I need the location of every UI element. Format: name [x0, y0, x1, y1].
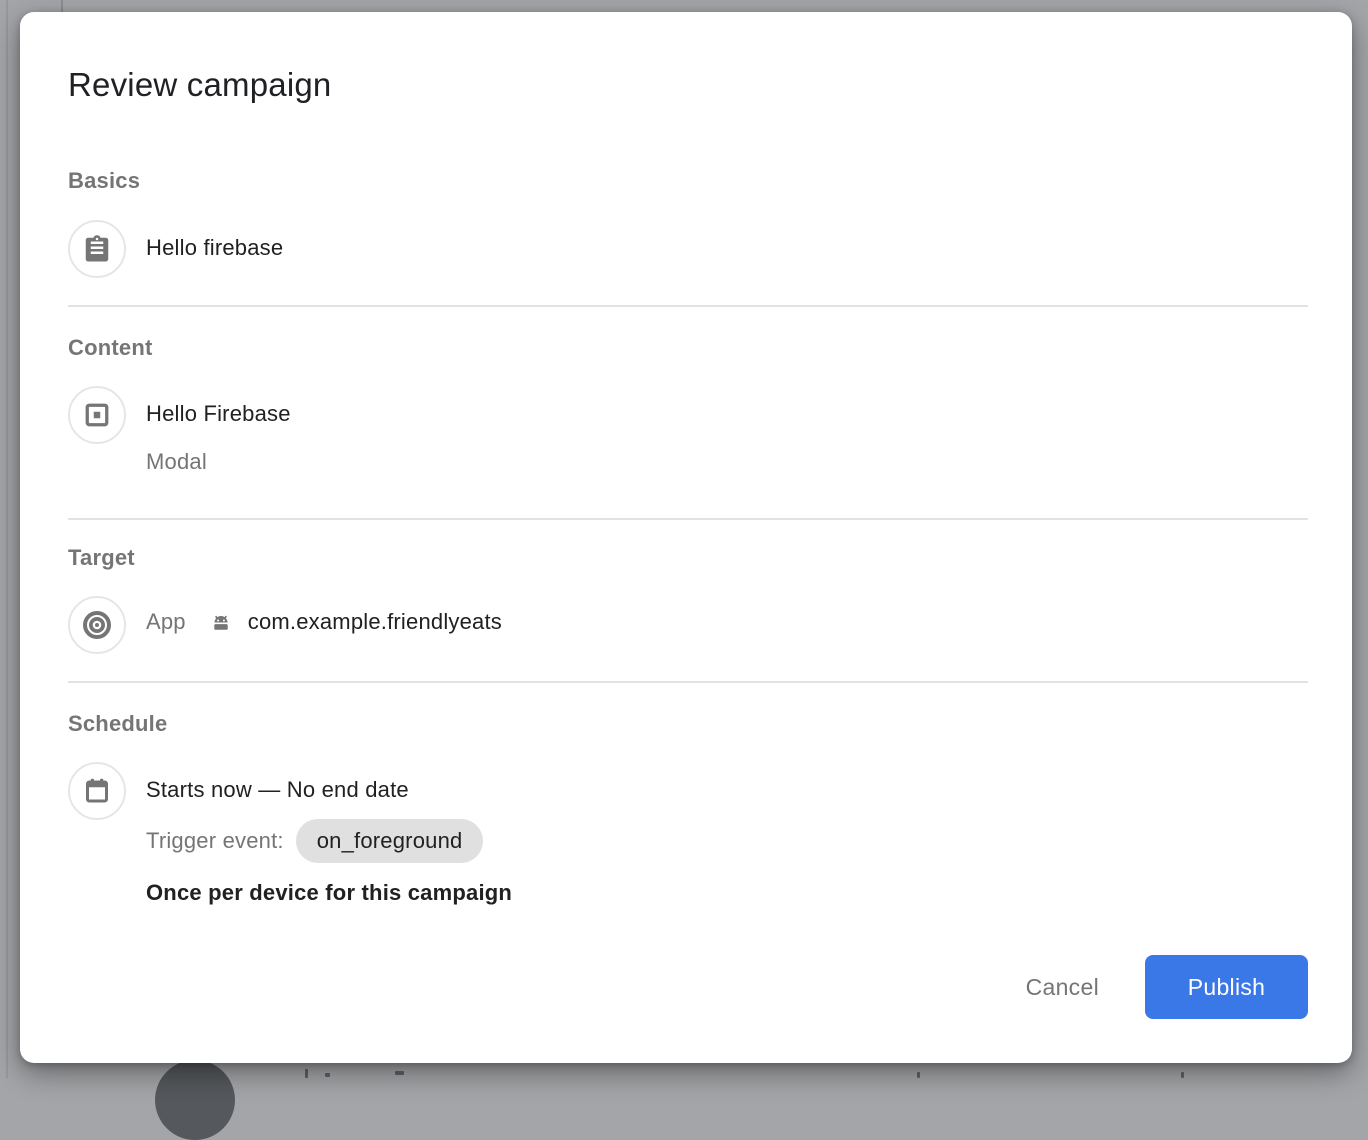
target-row: App com.example.friendlyeats	[68, 596, 1308, 654]
target-app-id: com.example.friendlyeats	[248, 609, 502, 635]
content-heading: Content	[68, 335, 1308, 361]
basics-text: Hello firebase	[146, 220, 283, 263]
basics-row: Hello firebase	[68, 220, 1308, 278]
schedule-row: Starts now — No end date Trigger event: …	[68, 762, 1308, 905]
content-icon-circle	[68, 386, 126, 444]
content-text: Hello Firebase Modal	[146, 386, 291, 477]
frequency-text: Once per device for this campaign	[146, 881, 512, 905]
target-icon	[81, 609, 113, 641]
cancel-button[interactable]: Cancel	[1026, 974, 1099, 1001]
review-campaign-dialog: Review campaign Basics Hello firebase Co…	[20, 12, 1352, 1063]
clipboard-icon	[82, 234, 112, 264]
section-divider	[68, 518, 1308, 520]
background-artifact	[305, 1069, 308, 1078]
message-format: Modal	[146, 447, 291, 477]
section-divider	[68, 681, 1308, 683]
dialog-footer: Cancel Publish	[68, 955, 1308, 1019]
schedule-timing: Starts now — No end date	[146, 775, 512, 805]
background-artifact	[395, 1071, 404, 1075]
content-row: Hello Firebase Modal	[68, 386, 1308, 477]
target-icon-circle	[68, 596, 126, 654]
trigger-event-chip: on_foreground	[296, 819, 484, 863]
basics-heading: Basics	[68, 168, 1308, 194]
target-heading: Target	[68, 545, 1308, 571]
message-title: Hello Firebase	[146, 399, 291, 429]
background-avatar	[155, 1060, 235, 1140]
modal-icon	[82, 400, 112, 430]
background-page-edge	[6, 0, 8, 1078]
target-text: App com.example.friendlyeats	[146, 596, 502, 635]
target-type-label: App	[146, 609, 186, 635]
background-artifact	[917, 1072, 920, 1078]
schedule-heading: Schedule	[68, 711, 1308, 737]
background-artifact	[325, 1073, 330, 1077]
basics-icon-circle	[68, 220, 126, 278]
calendar-icon	[82, 776, 112, 806]
target-line: App com.example.friendlyeats	[146, 609, 502, 635]
android-icon-wrap	[208, 609, 234, 635]
schedule-icon-circle	[68, 762, 126, 820]
trigger-label: Trigger event:	[146, 828, 284, 854]
dialog-title: Review campaign	[68, 66, 1308, 104]
trigger-line: Trigger event: on_foreground	[146, 819, 512, 863]
campaign-name: Hello firebase	[146, 233, 283, 263]
schedule-text: Starts now — No end date Trigger event: …	[146, 762, 512, 905]
background-artifact	[1181, 1072, 1184, 1078]
publish-button[interactable]: Publish	[1145, 955, 1308, 1019]
android-icon	[208, 609, 234, 635]
section-divider	[68, 305, 1308, 307]
